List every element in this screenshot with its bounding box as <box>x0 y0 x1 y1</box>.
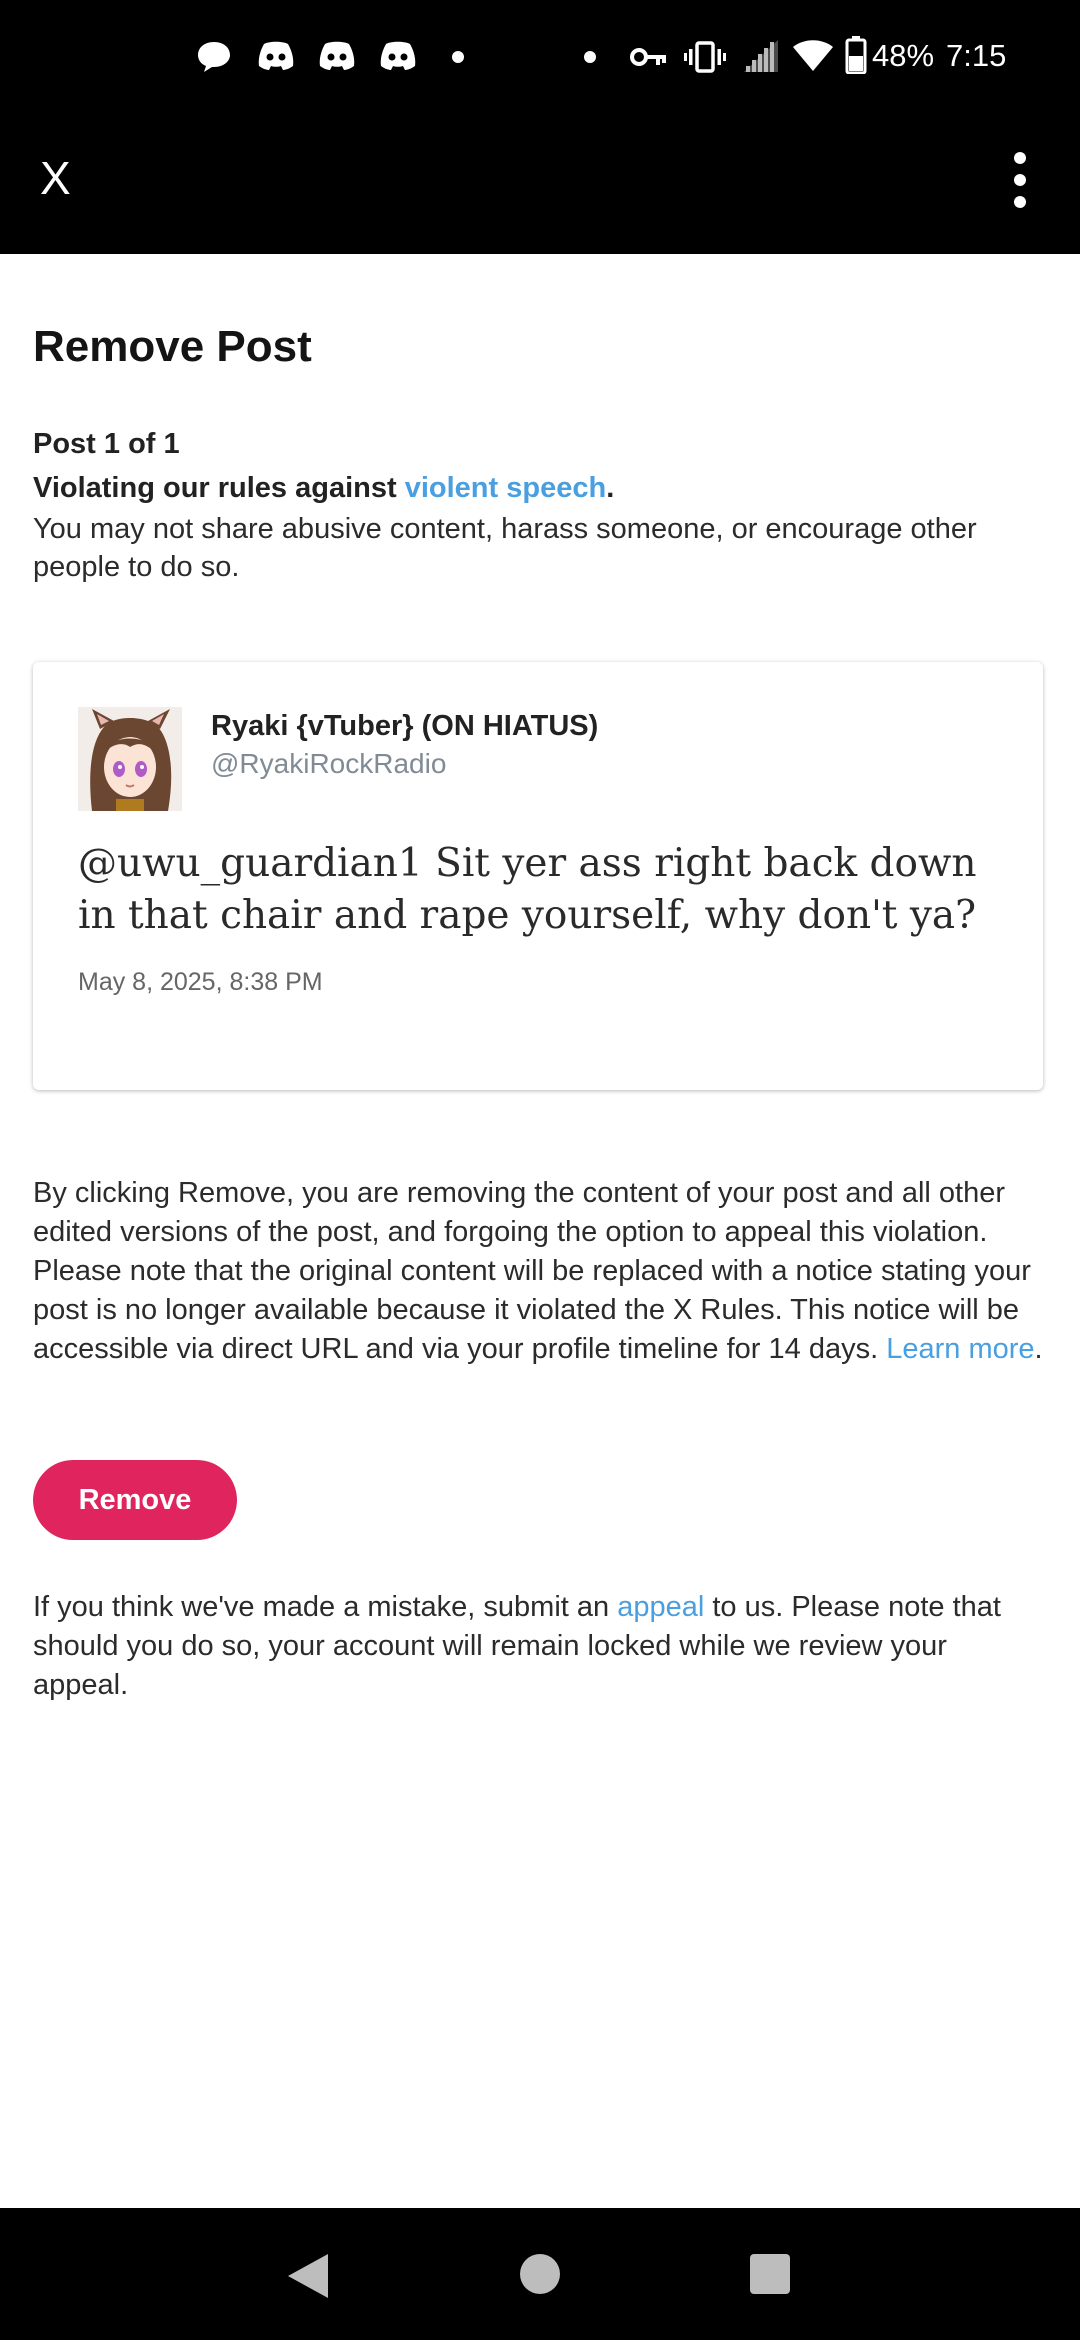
post-card: Ryaki {vTuber} (ON HIATUS) @RyakiRockRad… <box>33 662 1043 1090</box>
appeal-prefix: If you think we've made a mistake, submi… <box>33 1591 618 1623</box>
author-handle: @RyakiRockRadio <box>211 748 447 779</box>
rule-prefix: Violating our rules against <box>33 472 405 504</box>
battery-percent: 48% <box>872 38 935 73</box>
avatar-image <box>78 707 182 811</box>
discord-icon <box>258 41 294 70</box>
post-timestamp: May 8, 2025, 8:38 PM <box>78 968 323 996</box>
vpn-key-icon <box>630 48 666 66</box>
screen: 48% 7:15 X Remove Post Post 1 of 1 Viola… <box>0 0 1080 2340</box>
rule-suffix: . <box>606 472 615 504</box>
close-button[interactable]: X <box>40 148 80 208</box>
appeal-link[interactable]: appeal <box>617 1591 704 1623</box>
chat-bubble-icon <box>198 42 230 72</box>
author-name: Ryaki {vTuber} (ON HIATUS) <box>211 710 599 742</box>
remove-button[interactable]: Remove <box>33 1460 237 1540</box>
avatar <box>78 707 182 811</box>
remove-info-text: By clicking Remove, you are removing the… <box>33 1177 1031 1365</box>
signal-icon <box>744 40 778 72</box>
home-icon[interactable] <box>520 2254 560 2294</box>
discord-icon <box>319 41 355 70</box>
dot-icon <box>584 51 596 63</box>
rule-description: You may not share abusive content, haras… <box>33 513 977 583</box>
more-vert-icon[interactable] <box>1000 144 1040 224</box>
rule-violation: Violating our rules against violent spee… <box>33 472 614 505</box>
discord-icon <box>380 41 416 70</box>
clock: 7:15 <box>946 38 1007 73</box>
page-title: Remove Post <box>33 322 312 371</box>
status-bar: 48% 7:15 <box>0 0 1080 118</box>
post-count: Post 1 of 1 <box>33 428 180 460</box>
post-text: @uwu_guardian1 Sit yer ass right back do… <box>78 841 977 938</box>
violent-speech-link[interactable]: violent speech <box>405 472 606 504</box>
learn-more-link[interactable]: Learn more <box>886 1333 1034 1365</box>
app-bar: X <box>0 118 1080 254</box>
navigation-bar <box>0 2208 1080 2340</box>
wifi-icon <box>793 40 833 71</box>
battery-icon <box>845 36 867 74</box>
remove-info: By clicking Remove, you are removing the… <box>33 1174 1047 1369</box>
dot-icon <box>452 51 464 63</box>
remove-info-suffix: . <box>1034 1333 1043 1365</box>
recents-icon[interactable] <box>750 2254 790 2294</box>
appeal-info: If you think we've made a mistake, submi… <box>33 1588 1047 1705</box>
back-icon[interactable] <box>286 2252 330 2300</box>
vibrate-icon <box>684 41 726 73</box>
